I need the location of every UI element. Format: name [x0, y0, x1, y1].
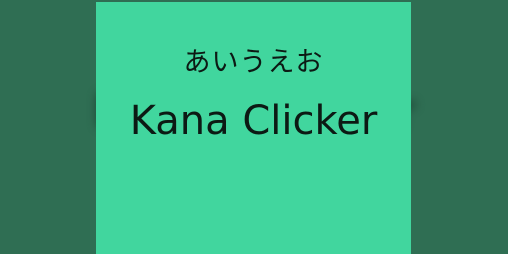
kana-subtitle: あいうえお: [183, 47, 324, 78]
game-thumbnail-card[interactable]: あいうえお Kana Clicker: [96, 2, 411, 254]
game-title: Kana Clicker: [129, 98, 378, 144]
